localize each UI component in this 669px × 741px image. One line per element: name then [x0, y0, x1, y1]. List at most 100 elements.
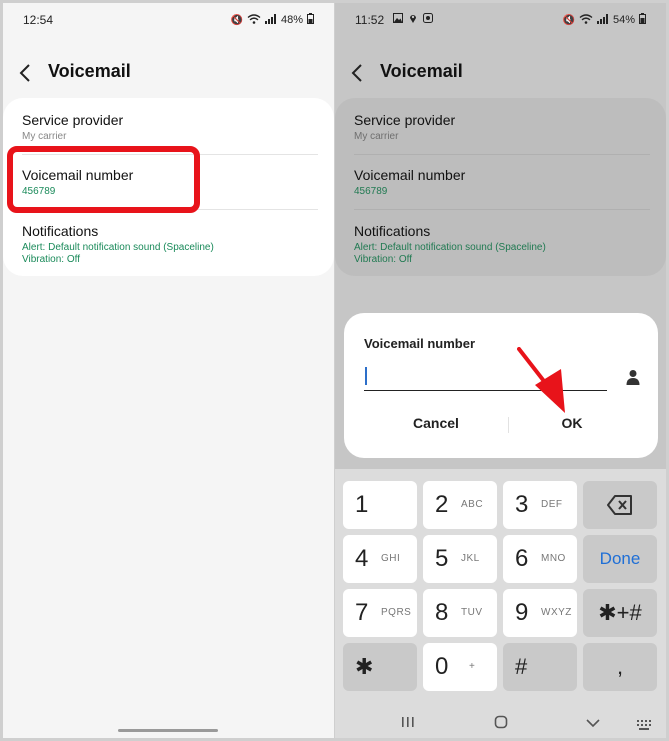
divider [354, 209, 650, 210]
notification-icons [393, 13, 433, 26]
text-cursor [365, 367, 367, 385]
back-arrow-icon [19, 64, 30, 82]
record-icon [423, 13, 433, 26]
key-letters: TUV [461, 607, 483, 618]
item-subtitle: 456789 [354, 186, 388, 197]
key-letters: WXYZ [541, 607, 572, 618]
status-icons: 🔇 48% [231, 13, 314, 27]
home-indicator [118, 729, 218, 732]
key-hash[interactable]: # [503, 643, 577, 691]
button-divider [508, 417, 509, 433]
battery-percent: 54% [612, 14, 635, 26]
battery-percent: 48% [280, 14, 303, 26]
back-button[interactable] [351, 58, 373, 88]
key-digit: 7 [355, 599, 369, 626]
hide-keyboard-button[interactable] [586, 715, 600, 733]
voicemail-number-item[interactable]: Voicemail number 456789 [354, 167, 650, 198]
home-nav-button[interactable] [494, 715, 508, 734]
service-provider-item[interactable]: Service provider My carrier [354, 112, 650, 143]
key-digit: 6 [515, 545, 529, 572]
key-letters: JKL [461, 553, 480, 564]
signal-icon [596, 13, 609, 27]
item-title: Notifications [22, 223, 99, 239]
item-title: Voicemail number [354, 167, 466, 183]
key-8[interactable]: 8 TUV [423, 589, 497, 637]
back-button[interactable] [19, 58, 41, 88]
signal-icon [264, 13, 277, 27]
chevron-down-icon [586, 719, 600, 728]
service-provider-item[interactable]: Service provider My carrier [22, 112, 318, 143]
contact-picker-button[interactable] [626, 369, 640, 390]
item-subtitle: My carrier [354, 131, 399, 142]
keyboard-switch-button[interactable] [637, 717, 653, 735]
recents-icon [402, 717, 414, 727]
item-title: Service provider [354, 112, 456, 128]
notifications-item[interactable]: Notifications Alert: Default notificatio… [22, 223, 318, 266]
key-5[interactable]: 5 JKL [423, 535, 497, 583]
key-digit: 1 [355, 491, 369, 518]
left-screen: 12:54 🔇 48% Voicemail Service provider M… [3, 3, 334, 738]
status-time: 12:54 [23, 13, 54, 27]
key-3[interactable]: 3 DEF [503, 481, 577, 529]
cancel-button[interactable]: Cancel [376, 415, 496, 431]
home-icon [494, 715, 508, 729]
person-icon [626, 370, 640, 385]
ok-button[interactable]: OK [512, 415, 632, 431]
key-6[interactable]: 6 MNO [503, 535, 577, 583]
key-symbol: ✱ [355, 654, 374, 679]
key-star-plus-hash[interactable]: ✱+# [583, 589, 657, 637]
keyboard-icon [637, 720, 651, 730]
highlight-box [7, 146, 200, 213]
key-4[interactable]: 4 GHI [343, 535, 417, 583]
item-subtitle-line2: Vibration: Off [22, 254, 80, 265]
navigation-bar [335, 715, 666, 735]
dialog-title: Voicemail number [364, 336, 476, 351]
gallery-icon [393, 13, 403, 26]
key-letters: + [469, 661, 476, 672]
item-title: Notifications [354, 223, 431, 239]
key-symbols: ✱+# [598, 600, 642, 625]
key-digit: 2 [435, 491, 449, 518]
key-digit: 3 [515, 491, 529, 518]
key-star[interactable]: ✱ [343, 643, 417, 691]
item-subtitle-line1: Alert: Default notification sound (Space… [22, 242, 214, 253]
app-bar: Voicemail [335, 58, 666, 88]
item-title: Service provider [22, 112, 124, 128]
page-title: Voicemail [48, 61, 131, 81]
key-2[interactable]: 2 ABC [423, 481, 497, 529]
wifi-icon [247, 13, 261, 27]
backspace-icon [607, 495, 632, 515]
right-screen: 11:52 🔇 54% Voicemail Service provider M… [335, 3, 666, 738]
key-7[interactable]: 7 PQRS [343, 589, 417, 637]
key-letters: MNO [541, 553, 566, 564]
key-symbol: , [616, 654, 624, 679]
key-1[interactable]: 1 [343, 481, 417, 529]
backspace-key[interactable] [583, 481, 657, 529]
wifi-icon [579, 13, 593, 27]
key-digit: 5 [435, 545, 449, 572]
key-symbol: # [515, 654, 528, 679]
item-subtitle-line2: Vibration: Off [354, 254, 412, 265]
key-9[interactable]: 9 WXYZ [503, 589, 577, 637]
notifications-item[interactable]: Notifications Alert: Default notificatio… [354, 223, 650, 266]
settings-card: Service provider My carrier Voicemail nu… [335, 98, 666, 276]
key-digit: 4 [355, 545, 369, 572]
key-digit: 9 [515, 599, 529, 626]
key-digit: 8 [435, 599, 449, 626]
done-label: Done [599, 549, 641, 568]
done-key[interactable]: Done [583, 535, 657, 583]
recents-nav-button[interactable] [401, 715, 415, 733]
app-bar: Voicemail [3, 58, 334, 88]
mute-icon: 🔇 [230, 14, 243, 26]
divider [354, 154, 650, 155]
key-letters: ABC [461, 499, 484, 510]
key-comma[interactable]: , [583, 643, 657, 691]
battery-icon [307, 13, 314, 27]
voicemail-number-dialog: Voicemail number Cancel OK [344, 313, 658, 458]
mute-icon: 🔇 [562, 14, 575, 26]
key-letters: GHI [381, 553, 401, 564]
pointer-arrow-icon [517, 347, 565, 413]
key-0[interactable]: 0 + [423, 643, 497, 691]
numeric-keypad: 1 2 ABC 3 DEF 4 GHI 5 JKL 6 MNO Done 7 P… [335, 469, 666, 738]
status-icons: 🔇 54% [563, 13, 646, 27]
